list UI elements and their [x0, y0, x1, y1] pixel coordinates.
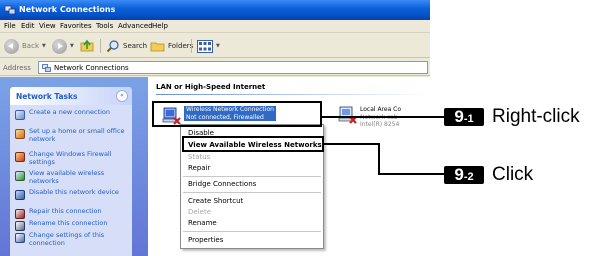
menu-item-delete: Delete: [188, 208, 211, 216]
collapse-icon[interactable]: «: [116, 90, 128, 102]
task-change-settings[interactable]: Change settings of this connection: [15, 231, 129, 247]
connection-name: Local Area Co: [360, 106, 402, 113]
views-button[interactable]: ▼: [197, 38, 220, 54]
back-arrow-icon: [4, 38, 19, 54]
network-tasks-header[interactable]: Network Tasks «: [10, 87, 132, 105]
menu-help[interactable]: Help: [152, 22, 168, 30]
toolbar: Back ▼ ▼ Search Folders ▼: [0, 34, 430, 58]
title-bar[interactable]: Network Connections: [0, 0, 430, 20]
toolbar-separator: [100, 39, 101, 53]
group-divider: [156, 94, 430, 95]
views-icon: [197, 39, 213, 53]
group-title: LAN or High-Speed Internet: [156, 83, 266, 91]
task-label: Change settings of this connection: [29, 231, 105, 247]
badge-number: 9: [454, 165, 464, 184]
rename-icon: [15, 221, 25, 231]
callout-line-2: [324, 143, 379, 145]
callout-line-2: [378, 173, 444, 175]
folders-button[interactable]: Folders: [150, 38, 193, 54]
menu-item-repair[interactable]: Repair: [188, 164, 210, 172]
menu-item-properties[interactable]: Properties: [188, 236, 223, 244]
menu-item-create-shortcut[interactable]: Create Shortcut: [188, 197, 243, 205]
up-folder-button[interactable]: [80, 38, 94, 54]
menu-file[interactable]: File: [4, 22, 16, 30]
menu-bar: File Edit View Favorites Tools Advanced …: [0, 20, 430, 33]
menu-item-status: Status: [188, 153, 211, 161]
task-disable-device[interactable]: Disable this network device: [15, 188, 129, 200]
back-button[interactable]: Back ▼: [4, 38, 46, 54]
menu-tools[interactable]: Tools: [96, 22, 113, 30]
task-label: Rename this connection: [29, 219, 108, 227]
task-label: Change Windows Firewall settings: [29, 150, 112, 166]
toolbar-separator: [191, 39, 192, 53]
menu-item-bridge[interactable]: Bridge Connections: [188, 180, 256, 188]
menu-view[interactable]: View: [39, 22, 56, 30]
network-tasks-list: Create a new connection Set up a home or…: [10, 105, 132, 256]
search-icon: [106, 40, 119, 53]
folders-label: Folders: [168, 42, 194, 50]
address-bar: Address Network Connections: [0, 59, 430, 76]
task-create-connection[interactable]: Create a new connection: [15, 108, 129, 120]
forward-arrow-icon: [52, 38, 67, 54]
search-label: Search: [123, 42, 148, 50]
search-button[interactable]: Search: [106, 38, 147, 54]
task-label: View available wireless networks: [29, 169, 105, 185]
task-rename-connection[interactable]: Rename this connection: [15, 219, 129, 231]
menu-advanced[interactable]: Advanced: [118, 22, 153, 30]
chevron-down-icon: ▼: [70, 43, 74, 49]
task-label: Create a new connection: [29, 108, 111, 116]
back-label: Back: [22, 42, 39, 50]
callout-line-2: [378, 143, 380, 175]
menu-favorites[interactable]: Favorites: [60, 22, 92, 30]
menu-item-rename[interactable]: Rename: [188, 219, 217, 227]
up-folder-icon: [80, 39, 94, 52]
task-home-network[interactable]: Set up a home or small office network: [15, 127, 129, 143]
window-title: Network Connections: [19, 5, 116, 14]
firewall-icon: [15, 152, 25, 162]
wireless-icon: [15, 171, 25, 181]
chevron-down-icon: ▼: [42, 43, 46, 49]
network-connections-icon: [4, 5, 16, 15]
badge-sub: -1: [463, 113, 474, 125]
address-label: Address: [3, 64, 31, 72]
menu-edit[interactable]: Edit: [21, 22, 35, 30]
repair-icon: [15, 209, 25, 219]
home-network-icon: [15, 129, 25, 139]
click-label: Click: [492, 164, 534, 185]
right-click-label: Right-click: [492, 106, 580, 127]
menu-separator: [183, 192, 321, 193]
task-view-wireless[interactable]: View available wireless networks: [15, 169, 129, 185]
folders-icon: [150, 42, 165, 52]
forward-button[interactable]: ▼: [52, 38, 74, 54]
badge-sub: -2: [463, 171, 474, 183]
task-label: Repair this connection: [29, 207, 102, 215]
disable-icon: [15, 190, 25, 200]
connection-device: Intel(R) 8254: [360, 121, 400, 128]
settings-icon: [15, 233, 25, 243]
view-wireless-highlight-box: [182, 136, 324, 152]
step-badge-9-2: 9 -2: [444, 166, 484, 184]
network-connections-icon: [42, 64, 51, 72]
task-label: Set up a home or small office network: [29, 127, 125, 143]
new-connection-icon: [15, 110, 25, 120]
task-firewall-settings[interactable]: Change Windows Firewall settings: [15, 150, 129, 166]
task-repair-connection[interactable]: Repair this connection: [15, 207, 129, 219]
menu-separator: [183, 176, 321, 177]
chevron-down-icon: ▼: [216, 43, 220, 49]
step-badge-9-1: 9 -1: [444, 108, 484, 126]
address-value: Network Connections: [54, 64, 129, 72]
network-connections-window: Network Connections File Edit View Favor…: [0, 0, 430, 256]
menu-separator: [183, 231, 321, 232]
network-tasks-title: Network Tasks: [16, 92, 78, 101]
task-pane: Network Tasks « Create a new connection …: [0, 77, 148, 256]
badge-number: 9: [454, 107, 464, 126]
address-field[interactable]: Network Connections: [38, 61, 428, 74]
callout-line-1: [322, 116, 444, 118]
wireless-highlight-box: [152, 101, 322, 127]
task-label: Disable this network device: [29, 188, 119, 196]
